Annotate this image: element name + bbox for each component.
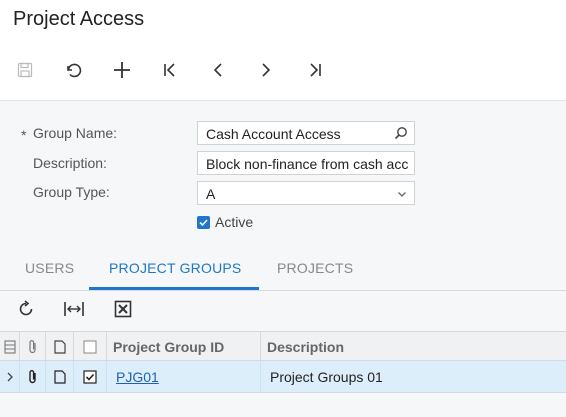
checkbox-empty-icon	[83, 340, 97, 353]
row-selector-header	[0, 332, 20, 361]
description-header-label: Description	[267, 338, 345, 355]
last-record-icon	[310, 63, 321, 77]
notes-column-header[interactable]	[46, 332, 74, 361]
row-included-checkbox[interactable]	[74, 361, 107, 392]
first-record-icon	[164, 63, 175, 77]
description-column-header[interactable]: Description	[261, 332, 566, 361]
project-group-id-header-label: Project Group ID	[113, 338, 225, 355]
chevron-down-icon	[396, 187, 408, 203]
active-tab-indicator	[89, 287, 259, 290]
page-title: Project Access	[13, 8, 145, 30]
active-checkbox-row[interactable]: Active	[197, 214, 253, 230]
note-icon	[53, 339, 66, 354]
save-icon	[17, 62, 33, 78]
export-excel-button[interactable]	[114, 300, 132, 323]
group-name-field[interactable]: Cash Account Access	[197, 121, 415, 145]
active-checkbox[interactable]	[197, 215, 210, 229]
description-cell[interactable]: Project Groups 01	[261, 361, 566, 392]
undo-button[interactable]	[60, 56, 86, 84]
fit-columns-button[interactable]	[63, 300, 85, 323]
selector-column-icon	[3, 339, 16, 354]
grid-toolbar	[0, 291, 566, 329]
project-group-id-column-header[interactable]: Project Group ID	[107, 332, 261, 361]
group-type-value: A	[206, 186, 216, 202]
group-name-label: Group Name:	[33, 125, 118, 141]
project-group-id-link[interactable]: PJG01	[116, 369, 159, 385]
attachments-column-header[interactable]	[20, 332, 46, 361]
refresh-button[interactable]	[17, 300, 35, 323]
required-marker: *	[21, 127, 27, 143]
previous-record-button[interactable]	[205, 56, 231, 84]
group-type-select[interactable]: A	[197, 181, 415, 205]
first-record-button[interactable]	[157, 56, 183, 84]
note-icon	[53, 369, 66, 384]
paperclip-icon	[28, 339, 36, 353]
checkmark-icon	[199, 218, 208, 226]
undo-icon	[67, 63, 82, 78]
next-record-button[interactable]	[253, 56, 279, 84]
description-label: Description:	[33, 155, 107, 171]
description-field[interactable]: Block non-finance from cash acc	[197, 151, 415, 175]
project-group-id-cell[interactable]: PJG01	[107, 361, 261, 392]
tab-bar: USERS PROJECT GROUPS PROJECTS	[0, 250, 566, 291]
refresh-icon	[19, 300, 33, 316]
last-record-button[interactable]	[302, 56, 328, 84]
checkbox-checked-icon	[83, 369, 97, 384]
row-attachments-cell[interactable]	[20, 361, 46, 392]
tab-project-groups[interactable]: PROJECT GROUPS	[109, 260, 241, 276]
select-all-checkbox[interactable]	[74, 332, 107, 361]
description-cell-text: Project Groups 01	[270, 368, 383, 385]
tab-users[interactable]: USERS	[25, 260, 74, 276]
form-toolbar	[0, 56, 566, 84]
description-value: Block non-finance from cash acc	[206, 156, 409, 172]
add-icon	[114, 62, 130, 78]
previous-icon	[213, 63, 222, 77]
save-button[interactable]	[12, 56, 38, 84]
add-button[interactable]	[109, 56, 135, 84]
fit-columns-icon	[64, 302, 84, 316]
table-row[interactable]: PJG01 Project Groups 01	[0, 361, 566, 393]
active-label: Active	[215, 214, 254, 230]
group-type-label: Group Type:	[33, 184, 110, 200]
row-indicator	[0, 361, 20, 392]
search-icon[interactable]	[394, 126, 408, 143]
group-name-value: Cash Account Access	[206, 126, 341, 142]
grid-header: Project Group ID Description	[0, 331, 566, 361]
paperclip-icon	[28, 369, 36, 383]
chevron-right-icon	[7, 372, 13, 381]
tab-projects[interactable]: PROJECTS	[277, 260, 353, 276]
next-icon	[262, 63, 271, 77]
row-notes-cell[interactable]	[46, 361, 74, 392]
export-excel-icon	[114, 300, 132, 318]
grid-empty-area	[0, 393, 566, 416]
